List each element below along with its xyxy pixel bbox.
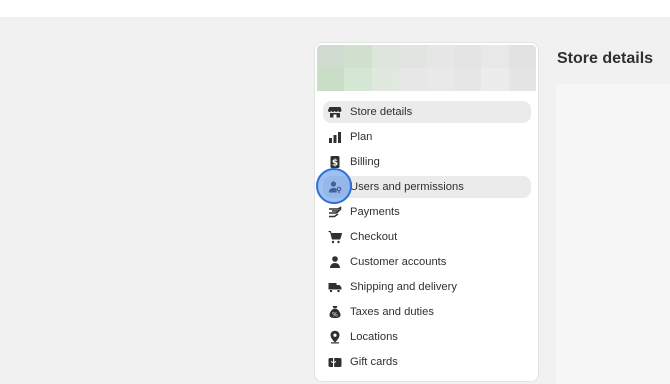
settings-item-customer-accounts[interactable]: Customer accounts <box>323 251 531 273</box>
location-pin-icon <box>328 330 342 344</box>
settings-item-label: Customer accounts <box>350 256 447 268</box>
users-permissions-icon <box>328 180 342 194</box>
settings-item-label: Locations <box>350 331 398 343</box>
settings-item-label: Payments <box>350 206 400 218</box>
settings-item-label: Store details <box>350 106 413 118</box>
svg-text:%: % <box>332 311 338 318</box>
settings-item-taxes-and-duties[interactable]: % Taxes and duties <box>323 301 531 323</box>
settings-item-gift-cards[interactable]: Gift cards <box>323 351 531 373</box>
settings-item-label: Users and permissions <box>350 181 464 193</box>
settings-item-store-details[interactable]: Store details <box>323 101 531 123</box>
settings-item-payments[interactable]: Payments <box>323 201 531 223</box>
store-banner-image <box>317 45 536 91</box>
top-bar <box>0 0 670 17</box>
settings-item-label: Plan <box>350 131 373 143</box>
settings-item-label: Checkout <box>350 231 398 243</box>
settings-item-label: Shipping and delivery <box>350 281 457 293</box>
settings-menu: Store details Plan $ Billing Users and p… <box>323 101 531 376</box>
settings-item-plan[interactable]: Plan <box>323 126 531 148</box>
cart-icon <box>328 230 342 244</box>
store-details-card <box>556 84 670 384</box>
settings-item-label: Billing <box>350 156 380 168</box>
payments-hand-icon <box>328 205 342 219</box>
settings-item-label: Gift cards <box>350 356 398 368</box>
settings-panel: Store details Plan $ Billing Users and p… <box>314 42 539 382</box>
settings-item-label: Taxes and duties <box>350 306 434 318</box>
settings-item-billing[interactable]: $ Billing <box>323 151 531 173</box>
settings-item-locations[interactable]: Locations <box>323 326 531 348</box>
settings-item-users-and-permissions[interactable]: Users and permissions <box>323 176 531 198</box>
store-icon <box>328 105 342 119</box>
svg-text:$: $ <box>332 159 338 169</box>
page-title: Store details <box>557 50 654 67</box>
billing-dollar-icon: $ <box>328 155 342 169</box>
tax-bag-icon: % <box>328 305 342 319</box>
gift-card-icon <box>328 355 342 369</box>
person-icon <box>328 255 342 269</box>
truck-icon <box>328 280 342 294</box>
plan-chart-icon <box>328 130 342 144</box>
settings-item-checkout[interactable]: Checkout <box>323 226 531 248</box>
settings-item-shipping-and-delivery[interactable]: Shipping and delivery <box>323 276 531 298</box>
